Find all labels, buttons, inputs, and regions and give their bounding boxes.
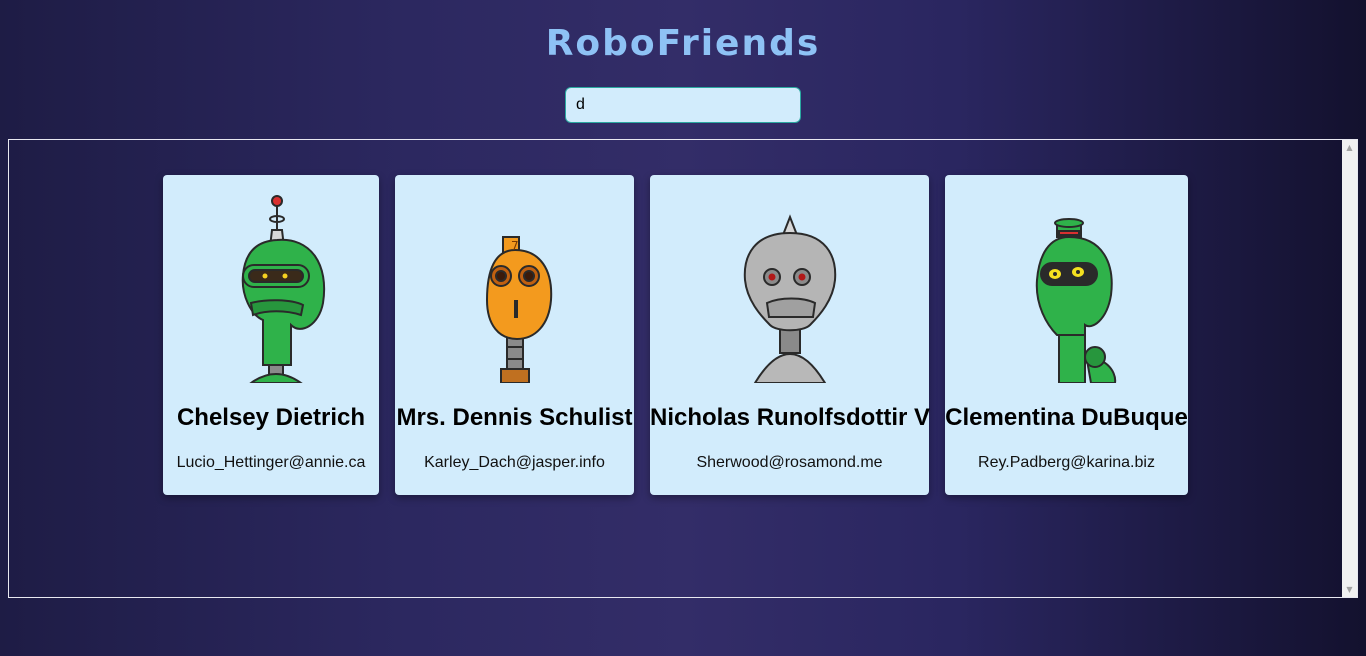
robot-card[interactable]: Nicholas Runolfsdottir V Sherwood@rosamo… [650,175,931,495]
scroll-up-arrow-icon[interactable]: ▲ [1342,140,1357,155]
robot-name: Mrs. Dennis Schulist [396,404,633,431]
search-input[interactable] [565,87,801,123]
robot-email: Sherwood@rosamond.me [696,454,883,471]
robot-email: Rey.Padberg@karina.biz [978,454,1155,471]
robot-email: Lucio_Hettinger@annie.ca [176,454,366,471]
robot-avatar-image [1035,218,1116,383]
robot-name: Chelsey Dietrich [176,404,366,431]
scroll-down-arrow-icon[interactable]: ▼ [1342,582,1357,597]
scrollbar[interactable]: ▲ ▼ [1342,140,1357,597]
svg-text:7: 7 [511,239,519,253]
robot-avatar-image [743,214,836,383]
app-title: RoboFriends [545,23,821,64]
robot-name: Clementina DuBuque [945,404,1188,431]
robot-card[interactable]: 7 Mrs. Dennis Schulist Karley_Dach@jaspe… [395,175,634,495]
robot-avatar-image: 7 [485,236,552,383]
robot-card[interactable]: Clementina DuBuque Rey.Padberg@karina.bi… [945,175,1188,495]
robot-avatar-image [241,195,326,383]
robot-card[interactable]: Chelsey Dietrich Lucio_Hettinger@annie.c… [163,175,379,495]
robot-email: Karley_Dach@jasper.info [424,454,605,471]
robot-name: Nicholas Runolfsdottir V [650,404,931,431]
robot-card-list[interactable]: Chelsey Dietrich Lucio_Hettinger@annie.c… [8,139,1358,598]
